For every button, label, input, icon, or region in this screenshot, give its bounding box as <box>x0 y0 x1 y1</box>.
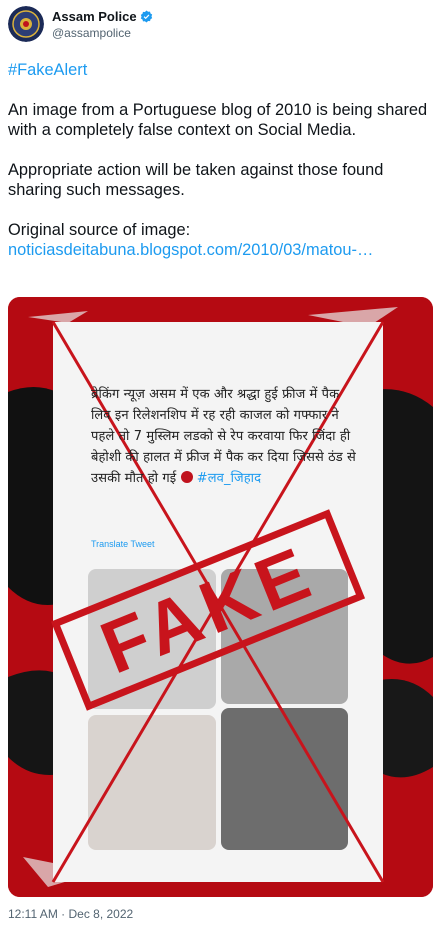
hashtag-link[interactable]: #FakeAlert <box>8 61 87 79</box>
verified-badge-icon <box>140 10 152 23</box>
angry-face-icon <box>180 471 193 483</box>
assam-police-emblem-icon <box>8 6 44 42</box>
tweet-timestamp[interactable]: 12:11 AM · Dec 8, 2022 <box>8 907 133 921</box>
tweet-body: #FakeAlert An image from a Portuguese bl… <box>8 60 436 260</box>
tweet-paragraph: Appropriate action will be taken against… <box>8 161 384 199</box>
avatar[interactable] <box>8 6 44 42</box>
source-label: Original source of image: <box>8 221 191 239</box>
screenshot-hashtag: #लव_जिहाद <box>196 471 262 486</box>
tweet-header: Assam Police @assampolice <box>0 0 446 52</box>
tweet-image[interactable]: ब्रेकिंग न्यूज़ असम में एक और श्रद्धा हु… <box>8 297 433 897</box>
display-name[interactable]: Assam Police <box>52 9 137 24</box>
translate-tweet-label: Translate Tweet <box>91 539 155 549</box>
account-handle[interactable]: @assampolice <box>52 26 131 40</box>
source-link[interactable]: noticiasdeitabuna.blogspot.com/2010/03/m… <box>8 241 373 259</box>
name-row: Assam Police <box>52 9 153 24</box>
tweet-paragraph: An image from a Portuguese blog of 2010 … <box>8 101 428 139</box>
screenshot-text: ब्रेकिंग न्यूज़ असम में एक और श्रद्धा हु… <box>91 384 356 489</box>
